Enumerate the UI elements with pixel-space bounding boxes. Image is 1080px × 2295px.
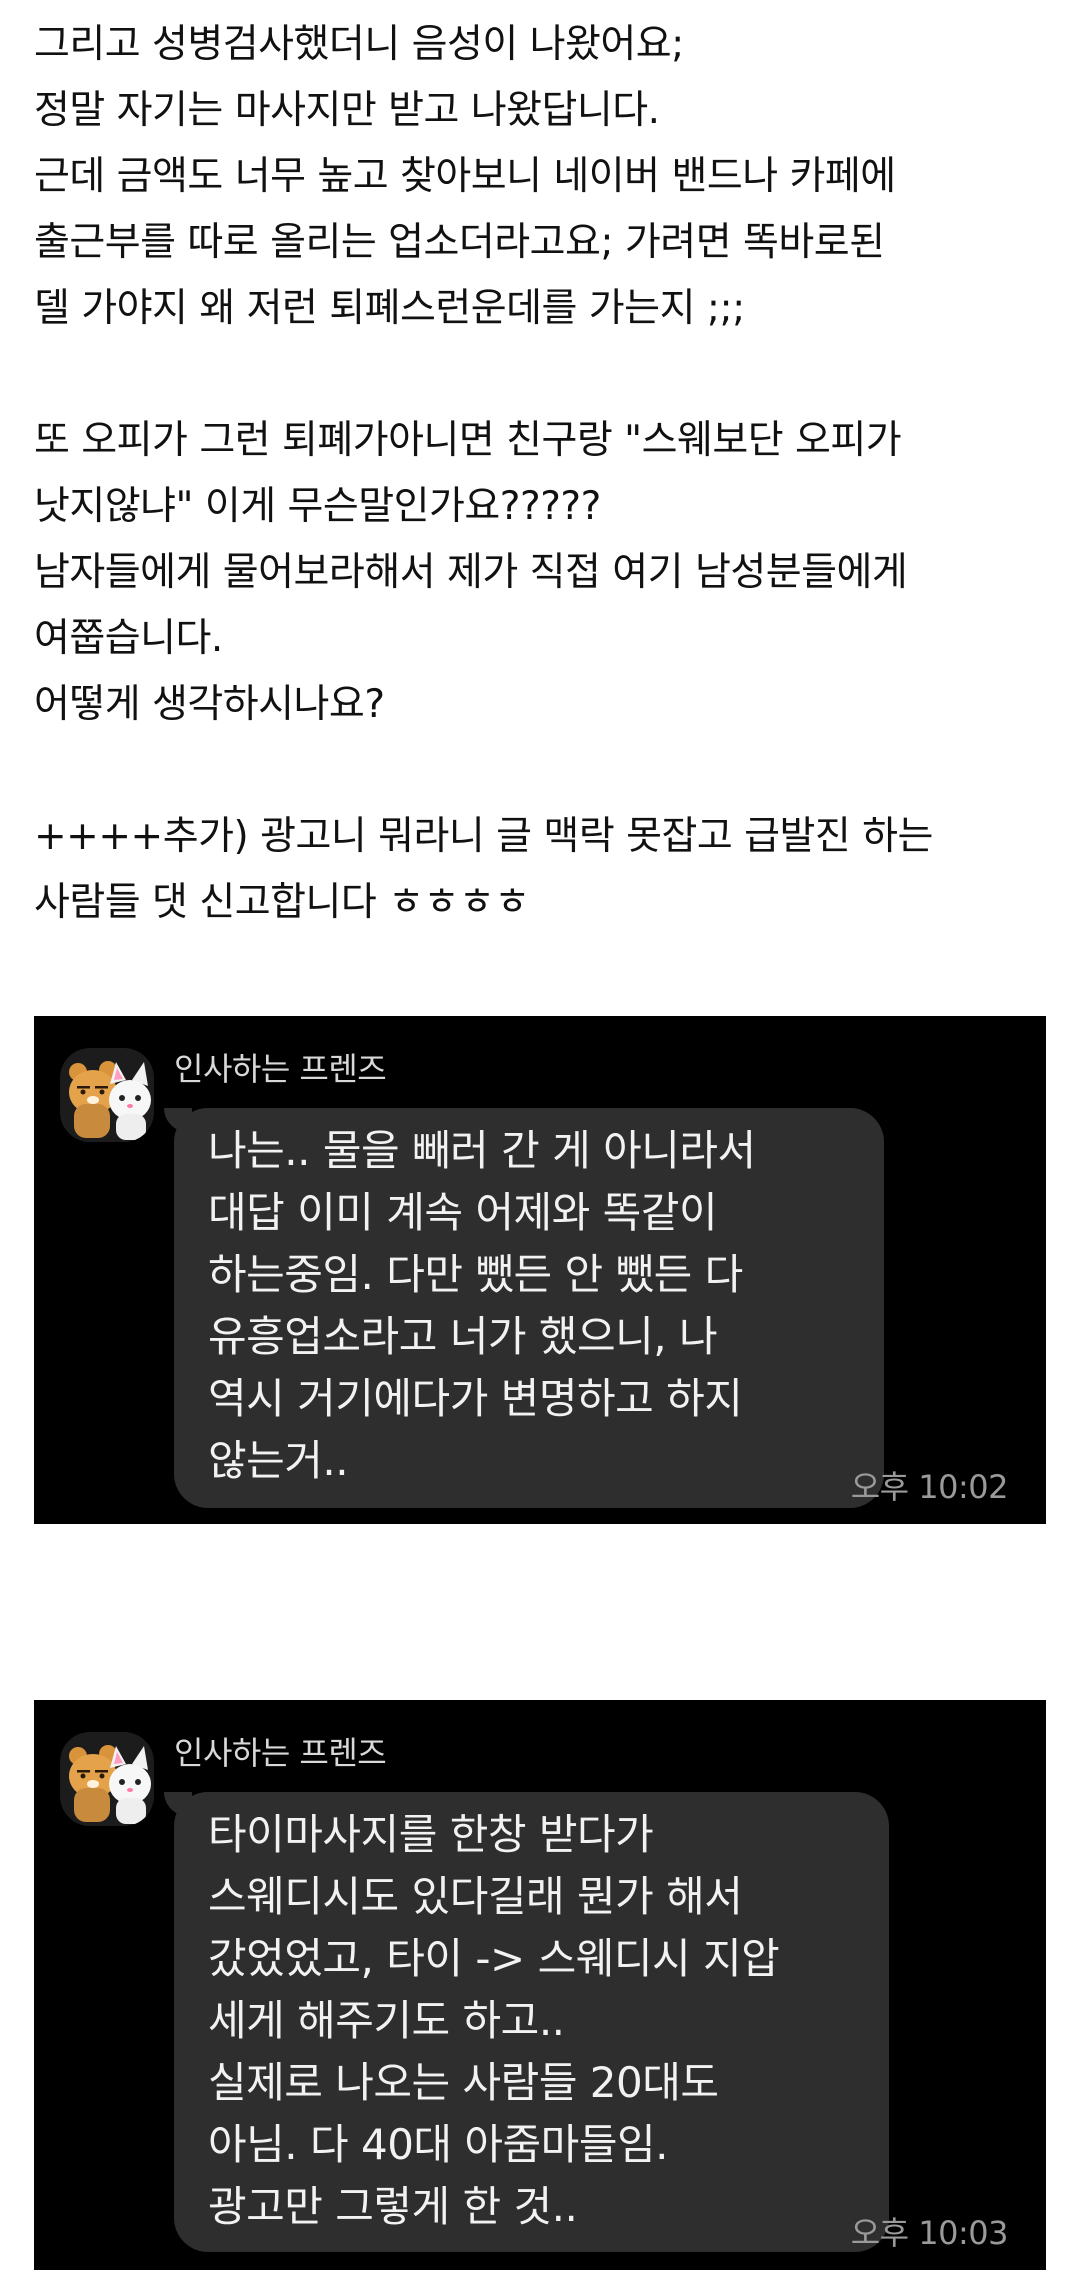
sender-name: 인사하는 프렌즈 (174, 1734, 387, 1772)
message-timestamp: 오후 10:02 (850, 1468, 1009, 1506)
message-line: 않는거.. (208, 1436, 349, 1485)
sender-name: 인사하는 프렌즈 (174, 1050, 387, 1088)
post-line: 근데 금액도 너무 높고 찾아보니 네이버 밴드나 카페에 (34, 154, 896, 199)
message-line: 광고만 그렇게 한 것.. (208, 2182, 578, 2231)
message-line: 스웨디시도 있다길래 뭔가 해서 (208, 1872, 743, 1921)
message-line: 역시 거기에다가 변명하고 하지 (208, 1374, 743, 1423)
message-line: 갔었었고, 타이 -> 스웨디시 지압 (208, 1934, 780, 1983)
post-line: 출근부를 따로 올리는 업소더라고요; 가려면 똑바로된 (34, 220, 885, 265)
message-line: 유흥업소라고 너가 했으니, 나 (208, 1312, 718, 1361)
kakao-friends-avatar-icon[interactable] (60, 1048, 154, 1142)
post-line: 낫지않냐" 이게 무슨말인가요????? (34, 484, 601, 529)
post-line: 또 오피가 그런 퇴폐가아니면 친구랑 "스웨보단 오피가 (34, 418, 902, 463)
post-line: 그리고 성병검사했더니 음성이 나왔어요; (34, 22, 684, 67)
post-line: 정말 자기는 마사지만 받고 나왔답니다. (34, 88, 660, 133)
chat-screenshot-1: 인사하는 프렌즈 나는.. 물을 빼러 간 게 아니라서 대답 이미 계속 어제… (34, 1016, 1046, 1524)
message-line: 나는.. 물을 빼러 간 게 아니라서 (208, 1126, 756, 1175)
message-line: 하는중임. 다만 뺐든 안 뺐든 다 (208, 1250, 743, 1299)
message-bubble[interactable]: 타이마사지를 한창 받다가 스웨디시도 있다길래 뭔가 해서 갔었었고, 타이 … (164, 1792, 889, 2252)
post-line: ++++추가) 광고니 뭐라니 글 맥락 못잡고 급발진 하는 (34, 814, 933, 859)
message-line: 실제로 나오는 사람들 20대도 (208, 2058, 719, 2107)
message-timestamp: 오후 10:03 (850, 2214, 1009, 2252)
post-line: 어떻게 생각하시나요? (34, 682, 385, 727)
post-line: 남자들에게 물어보라해서 제가 직접 여기 남성분들에게 (34, 550, 908, 595)
post-body: 그리고 성병검사했더니 음성이 나왔어요; 정말 자기는 마사지만 받고 나왔답… (34, 12, 1054, 936)
chat-screenshot-2: 인사하는 프렌즈 타이마사지를 한창 받다가 스웨디시도 있다길래 뭔가 해서 … (34, 1700, 1046, 2270)
message-line: 대답 이미 계속 어제와 똑같이 (208, 1188, 718, 1237)
kakao-friends-avatar-icon[interactable] (60, 1732, 154, 1826)
message-line: 타이마사지를 한창 받다가 (208, 1810, 654, 1859)
post-line: 여쭙습니다. (34, 616, 223, 661)
message-line: 아님. 다 40대 아줌마들임. (208, 2120, 668, 2169)
post-line: 사람들 댓 신고합니다 ㅎㅎㅎㅎ (34, 880, 530, 925)
post-line: 델 가야지 왜 저런 퇴폐스런운데를 가는지 ;;; (34, 286, 745, 331)
message-line: 세게 해주기도 하고.. (208, 1996, 565, 2045)
message-bubble[interactable]: 나는.. 물을 빼러 간 게 아니라서 대답 이미 계속 어제와 똑같이 하는중… (164, 1108, 884, 1508)
